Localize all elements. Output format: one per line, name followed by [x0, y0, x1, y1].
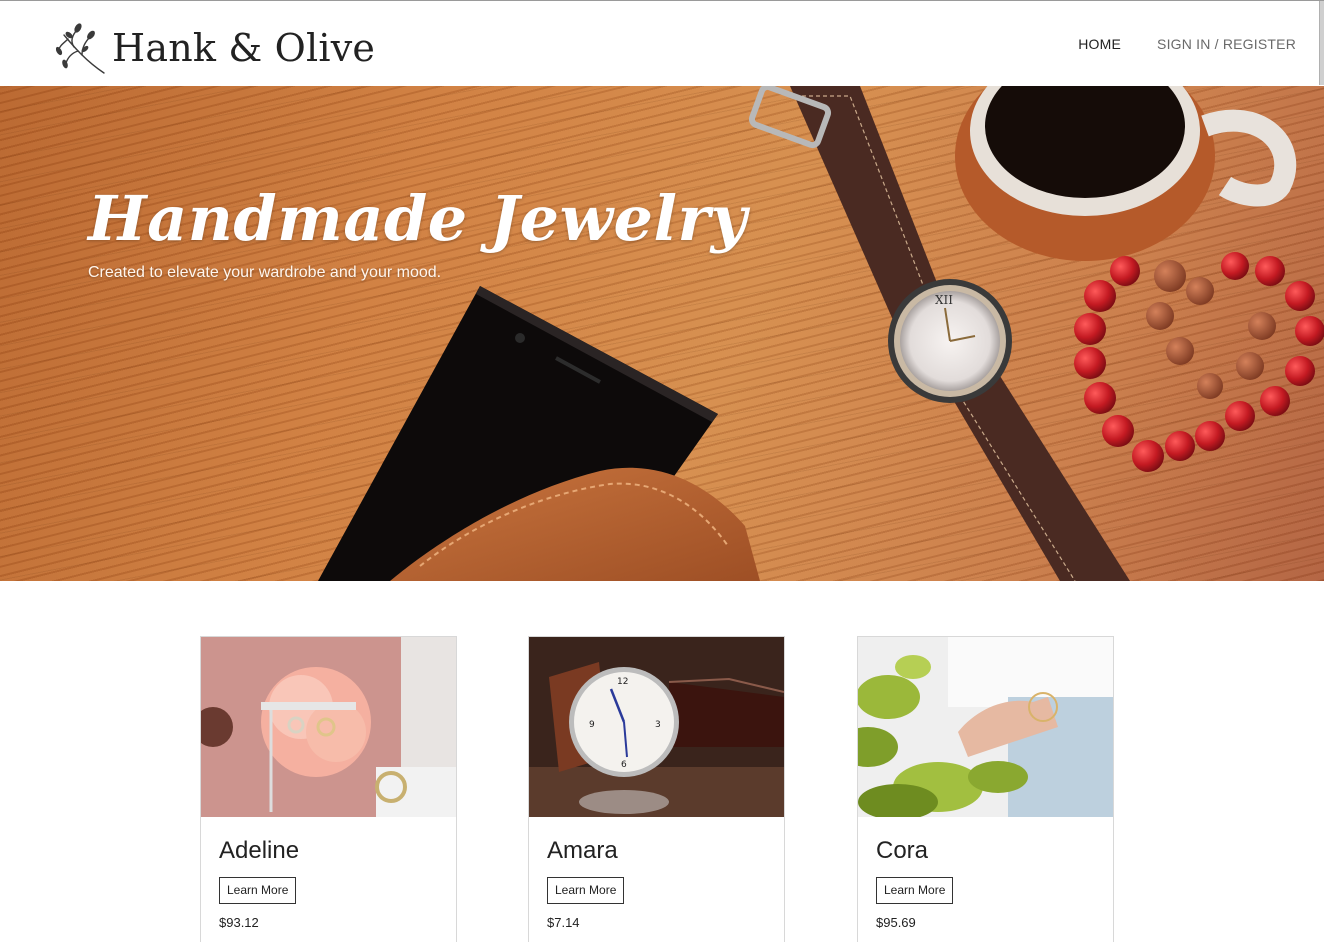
hero-banner: XII Handmade Jewelry Created to elevate …	[0, 86, 1324, 581]
product-card: 12 9 3 6 Amara Learn More $7.14	[528, 636, 785, 942]
learn-more-button[interactable]: Learn More	[876, 877, 954, 904]
site-header: Hank & Olive HOME SIGN IN / REGISTER	[0, 1, 1324, 86]
main-nav: HOME SIGN IN / REGISTER	[1078, 36, 1296, 52]
product-image-earrings	[201, 637, 456, 817]
svg-text:3: 3	[655, 720, 661, 730]
product-price: $93.12	[219, 915, 259, 930]
product-price: $7.14	[547, 915, 580, 930]
olive-branch-icon	[56, 23, 105, 74]
product-name: Cora	[876, 837, 929, 864]
window-scrollbar[interactable]	[1319, 1, 1324, 85]
hero-title: Handmade Jewelry	[88, 182, 748, 255]
product-image-watch: 12 9 3 6	[529, 637, 784, 817]
product-card: Adeline Learn More $93.12	[200, 636, 457, 942]
learn-more-button[interactable]: Learn More	[547, 877, 625, 904]
svg-text:XII: XII	[935, 293, 953, 307]
brand-name: Hank & Olive	[112, 26, 376, 70]
product-image-bracelet	[858, 637, 1113, 817]
product-price: $95.69	[876, 915, 916, 930]
nav-home-link[interactable]: HOME	[1078, 36, 1121, 52]
product-name: Adeline	[219, 837, 300, 864]
hero-photo: XII	[318, 86, 1324, 581]
svg-text:12: 12	[617, 677, 628, 687]
product-card: Cora Learn More $95.69	[857, 636, 1114, 942]
bead-bracelet-image	[1074, 252, 1324, 472]
nav-signin-link[interactable]: SIGN IN / REGISTER	[1157, 36, 1296, 52]
hero-subtitle: Created to elevate your wardrobe and you…	[88, 264, 442, 281]
svg-text:9: 9	[589, 720, 595, 730]
product-name: Amara	[547, 837, 618, 864]
learn-more-button[interactable]: Learn More	[219, 877, 297, 904]
brand-logo[interactable]: Hank & Olive	[56, 21, 375, 75]
svg-text:6: 6	[621, 760, 627, 770]
coffee-mug-image	[955, 86, 1297, 261]
